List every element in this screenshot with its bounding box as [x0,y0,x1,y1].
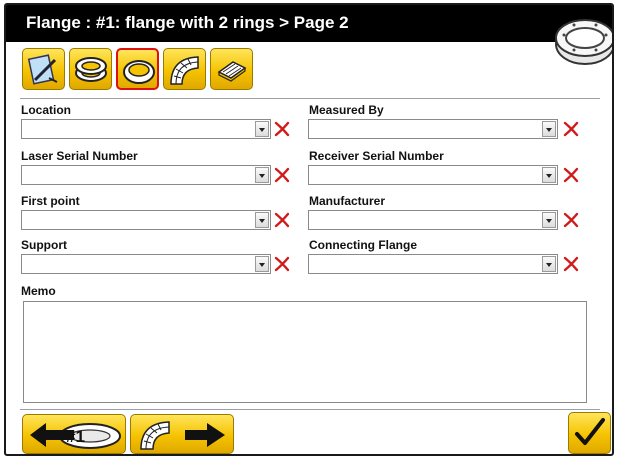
checkmark-icon [575,418,605,445]
manufacturer-label: Manufacturer [309,194,386,208]
location-label: Location [21,103,71,117]
manufacturer-select[interactable] [308,210,558,230]
toolbar-button-single-ring[interactable] [116,48,159,90]
measured-by-label: Measured By [309,103,384,117]
first-point-label: First point [21,194,80,208]
laser-serial-select[interactable] [21,165,271,185]
measure-book-icon [27,54,58,85]
forward-arrow-icon [140,421,225,450]
confirm-button[interactable] [568,412,611,454]
support-clear-icon[interactable] [274,256,290,272]
location-clear-icon[interactable] [274,121,290,137]
first-point-dropdown-button[interactable] [255,212,269,228]
first-point-clear-icon[interactable] [274,212,290,228]
support-label: Support [21,238,67,252]
manufacturer-clear-icon[interactable] [563,212,579,228]
single-ring-icon [123,60,155,84]
title-bar: Flange : #1: flange with 2 rings > Page … [6,5,612,42]
measured-by-select[interactable] [308,119,558,139]
flange-ring-icon [555,19,612,65]
laser-serial-clear-icon[interactable] [274,167,290,183]
memo-label: Memo [21,284,56,298]
divider-top [20,98,600,99]
memo-textarea[interactable] [23,301,587,403]
previous-page-button[interactable]: #1 [22,414,126,454]
divider-bottom [20,409,600,410]
measured-by-dropdown-button[interactable] [542,121,556,137]
toolbar-button-measure[interactable] [22,48,65,90]
receiver-serial-dropdown-button[interactable] [542,167,556,183]
first-point-select[interactable] [21,210,271,230]
report-sheet-icon [217,61,247,82]
toolbar-button-report[interactable] [210,48,253,90]
connecting-flange-dropdown-button[interactable] [542,256,556,272]
toolbar-button-two-rings[interactable] [69,48,112,90]
measured-by-clear-icon[interactable] [563,121,579,137]
location-dropdown-button[interactable] [255,121,269,137]
receiver-serial-select[interactable] [308,165,558,185]
connecting-flange-clear-icon[interactable] [563,256,579,272]
laser-serial-label: Laser Serial Number [21,149,138,163]
pipe-bend-icon [170,56,199,85]
page-number-badge: #1 [66,427,85,446]
location-select[interactable] [21,119,271,139]
toolbar-button-pipe-bend[interactable] [163,48,206,90]
support-dropdown-button[interactable] [255,256,269,272]
connecting-flange-select[interactable] [308,254,558,274]
window-title: Flange : #1: flange with 2 rings > Page … [26,13,349,32]
support-select[interactable] [21,254,271,274]
flange-dialog: Flange : #1: flange with 2 rings > Page … [4,3,614,456]
manufacturer-dropdown-button[interactable] [542,212,556,228]
receiver-serial-label: Receiver Serial Number [309,149,444,163]
next-page-button[interactable] [130,414,234,454]
laser-serial-dropdown-button[interactable] [255,167,269,183]
two-rings-icon [75,57,107,82]
receiver-serial-clear-icon[interactable] [563,167,579,183]
connecting-flange-label: Connecting Flange [309,238,417,252]
